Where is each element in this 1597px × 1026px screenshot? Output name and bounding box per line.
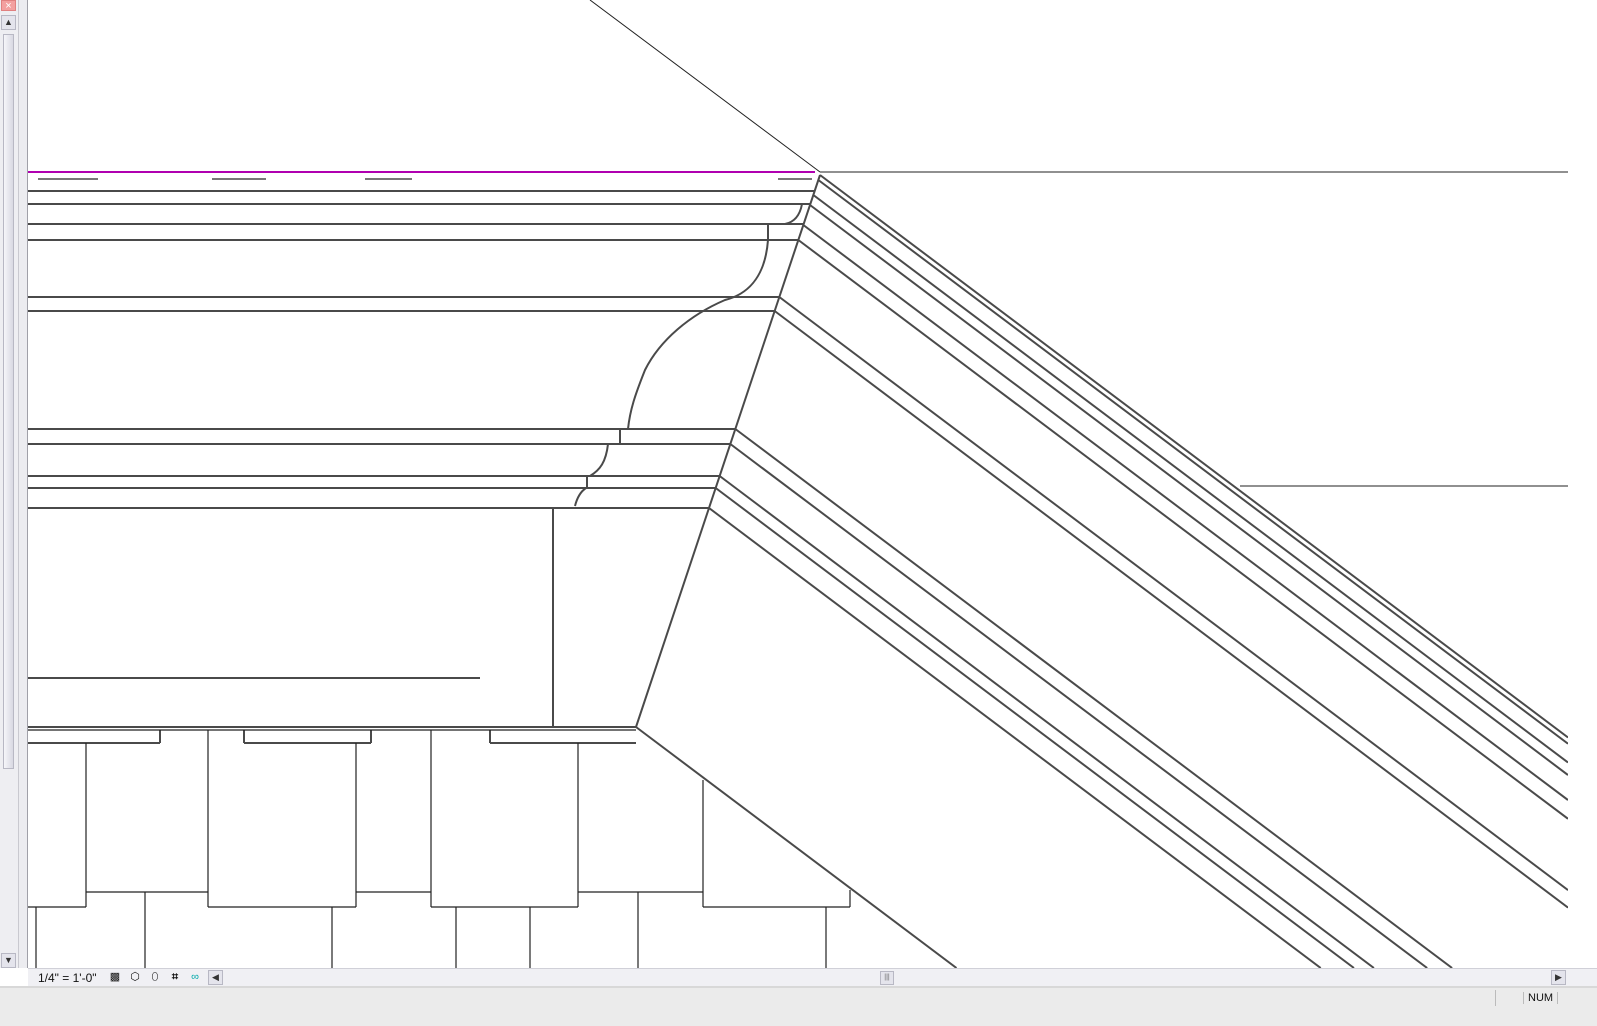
view-control-bar: 1/4" = 1'-0" ▩ ⬡ ⬯ ⌗ ∞ ◀ ||| ▶ (28, 968, 1597, 987)
chevron-right-icon: ▶ (1555, 972, 1562, 982)
raking-cornice-line (635, 726, 958, 968)
raking-cornice-line (778, 296, 1568, 891)
cyma-curve (627, 239, 769, 430)
ovolo-curve (784, 203, 803, 225)
raking-cornice-line (802, 224, 1568, 801)
reveal-hidden-icon[interactable]: ∞ (188, 970, 202, 984)
num-lock-indicator: NUM (1523, 992, 1559, 1004)
raking-cornice-line (734, 428, 1453, 968)
canvas-margin (1568, 0, 1597, 968)
raking-cornice-line (715, 487, 1355, 968)
close-icon: × (5, 0, 12, 12)
horizontal-scroll-thumb[interactable]: ||| (880, 971, 894, 985)
raking-cornice-line (819, 174, 1568, 739)
scroll-right-button[interactable]: ▶ (1551, 970, 1566, 985)
view-frame (19, 0, 28, 968)
raking-cornice-line (817, 179, 1568, 745)
raking-cornice-line (797, 239, 1568, 820)
model-graphics-style-icon[interactable]: ⬡ (128, 970, 142, 984)
chevron-up-icon: ▲ (4, 17, 13, 27)
raking-cornice-line (809, 204, 1568, 776)
crop-region-icon[interactable]: ⌗ (168, 970, 182, 984)
status-bar: NUM (0, 986, 1597, 1026)
chevron-down-icon: ▼ (4, 955, 13, 965)
detail-level-icon[interactable]: ▩ (108, 970, 122, 984)
cyma-curve (574, 487, 587, 507)
drawing-canvas[interactable] (28, 0, 1568, 968)
raking-cornice-line (774, 310, 1568, 909)
raking-cornice-line (719, 475, 1375, 968)
raking-cornice-line (708, 507, 1322, 968)
vertical-scroll-thumb[interactable] (3, 34, 14, 769)
status-separator (1495, 990, 1496, 1006)
chevron-left-icon: ◀ (212, 972, 219, 982)
vertical-scrollbar[interactable]: × ▲ ▼ (0, 0, 19, 968)
raking-cornice-line (812, 194, 1568, 764)
scroll-down-button[interactable]: ▼ (1, 953, 16, 968)
corner-edge (635, 174, 821, 728)
view-scale[interactable]: 1/4" = 1'-0" (38, 971, 97, 985)
cyma-curve (589, 443, 609, 477)
scroll-left-button[interactable]: ◀ (208, 970, 223, 985)
close-view-button[interactable]: × (1, 0, 16, 12)
reference-line (589, 0, 821, 173)
shadows-icon[interactable]: ⬯ (148, 970, 162, 984)
scroll-up-button[interactable]: ▲ (1, 15, 16, 30)
